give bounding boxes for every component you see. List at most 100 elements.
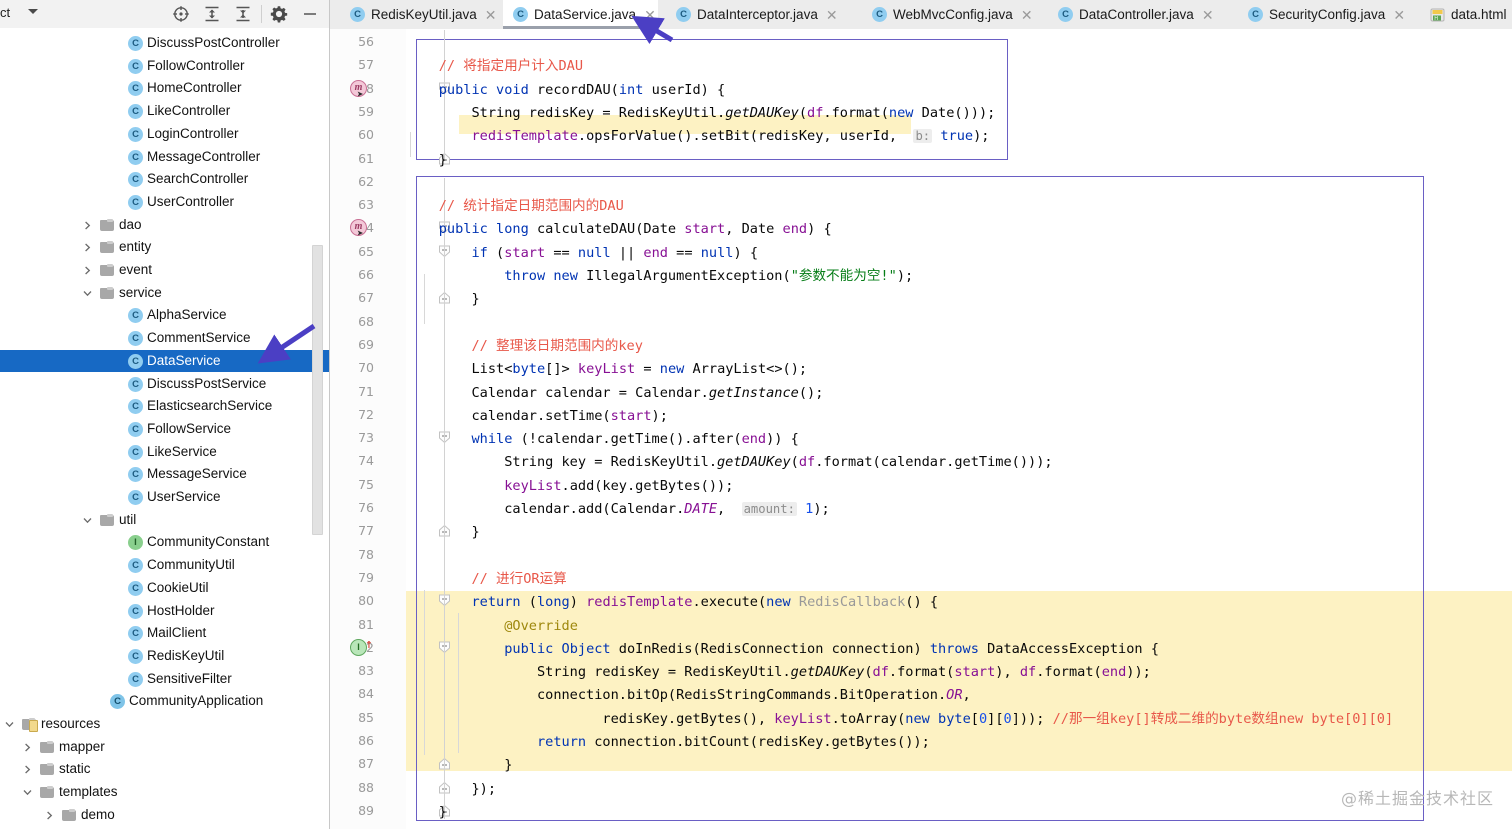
close-tab-icon[interactable]: ✕: [644, 8, 656, 22]
code-line-77[interactable]: }: [406, 521, 479, 544]
implements-marker[interactable]: I ↑: [350, 638, 373, 656]
code-line-84[interactable]: connection.bitOp(RedisStringCommands.Bit…: [406, 684, 971, 707]
tree-item-demo[interactable]: demo: [0, 804, 330, 827]
tree-item-cookieutil[interactable]: C CookieUtil: [0, 577, 330, 600]
tree-item-alphaservice[interactable]: C AlphaService: [0, 304, 330, 327]
tree-item-likeservice[interactable]: C LikeService: [0, 441, 330, 464]
tree-item-followcontroller[interactable]: C FollowController: [0, 55, 330, 78]
chevron-right-icon[interactable]: [44, 804, 55, 827]
code-line-79[interactable]: // 进行OR运算: [406, 568, 566, 591]
tree-item-entity[interactable]: entity: [0, 236, 330, 259]
code-line-69[interactable]: // 整理该日期范围内的key: [406, 335, 642, 358]
code-line-63[interactable]: // 统计指定日期范围内的DAU: [406, 195, 624, 218]
tree-item-mapper[interactable]: mapper: [0, 736, 330, 759]
chevron-right-icon[interactable]: [82, 259, 93, 282]
editor-tab-dataservice-java[interactable]: C DataService.java ✕: [503, 0, 658, 29]
chevron-right-icon[interactable]: [82, 236, 93, 259]
editor-fold-column[interactable]: [382, 29, 450, 829]
code-line-61[interactable]: }: [406, 149, 447, 172]
chevron-right-icon[interactable]: [82, 214, 93, 237]
close-tab-icon[interactable]: ✕: [1021, 8, 1033, 22]
close-tab-icon[interactable]: ✕: [826, 8, 838, 22]
code-line-66[interactable]: throw new IllegalArgumentException("参数不能…: [406, 265, 913, 288]
tree-item-communityutil[interactable]: C CommunityUtil: [0, 554, 330, 577]
close-tab-icon[interactable]: ✕: [1202, 8, 1214, 22]
tree-item-elasticsearchservice[interactable]: C ElasticsearchService: [0, 395, 330, 418]
editor-tab-datainterceptor-java[interactable]: C DataInterceptor.java ✕: [666, 0, 844, 29]
project-tree-scrollbar[interactable]: [312, 245, 323, 535]
code-line-76[interactable]: calendar.add(Calendar.DATE, amount: 1);: [406, 498, 830, 521]
tree-item-searchcontroller[interactable]: C SearchController: [0, 168, 330, 191]
code-line-75[interactable]: keyList.add(key.getBytes());: [406, 475, 733, 498]
code-line-80[interactable]: return (long) redisTemplate.execute(new …: [406, 591, 938, 614]
collapse-all-icon[interactable]: [234, 5, 252, 23]
settings-gear-icon[interactable]: [270, 5, 288, 23]
method-override-marker[interactable]: m ➤: [350, 79, 367, 100]
project-tree[interactable]: C DiscussPostController C FollowController C…: [0, 28, 330, 829]
close-tab-icon[interactable]: ✕: [485, 8, 497, 22]
tree-item-homecontroller[interactable]: C HomeController: [0, 77, 330, 100]
chevron-down-icon[interactable]: [82, 282, 93, 305]
tree-item-messagecontroller[interactable]: C MessageController: [0, 146, 330, 169]
code-line-58[interactable]: public void recordDAU(int userId) {: [406, 79, 725, 102]
tree-item-logincontroller[interactable]: C LoginController: [0, 123, 330, 146]
minimize-icon[interactable]: [301, 5, 319, 23]
expand-all-icon[interactable]: [203, 5, 221, 23]
code-line-67[interactable]: }: [406, 288, 479, 311]
editor-tab-bar[interactable]: C RedisKeyUtil.java ✕ C DataService.java ✕ C Da…: [330, 0, 1512, 30]
tree-item-dao[interactable]: dao: [0, 214, 330, 237]
editor-tab-data-html[interactable]: Hdata.html: [1420, 0, 1512, 29]
code-line-88[interactable]: });: [406, 778, 496, 801]
tree-item-messageservice[interactable]: C MessageService: [0, 463, 330, 486]
tree-item-discusspostcontroller[interactable]: C DiscussPostController: [0, 32, 330, 55]
tree-item-usercontroller[interactable]: C UserController: [0, 191, 330, 214]
locate-target-icon[interactable]: [172, 5, 190, 23]
tree-item-followservice[interactable]: C FollowService: [0, 418, 330, 441]
code-line-60[interactable]: redisTemplate.opsForValue().setBit(redis…: [406, 125, 989, 148]
tree-item-hostholder[interactable]: C HostHolder: [0, 600, 330, 623]
tree-item-mailclient[interactable]: C MailClient: [0, 622, 330, 645]
code-line-70[interactable]: List<byte[]> keyList = new ArrayList<>()…: [406, 358, 807, 381]
chevron-right-icon[interactable]: [22, 736, 33, 759]
code-line-71[interactable]: Calendar calendar = Calendar.getInstance…: [406, 382, 823, 405]
editor-gutter[interactable]: 5657585960616263646566676869707172737475…: [330, 29, 382, 829]
code-line-57[interactable]: // 将指定用户计入DAU: [406, 55, 583, 78]
code-line-85[interactable]: redisKey.getBytes(), keyList.toArray(new…: [406, 708, 1393, 731]
code-line-73[interactable]: while (!calendar.getTime().after(end)) {: [406, 428, 798, 451]
tree-item-communityconstant[interactable]: I CommunityConstant: [0, 531, 330, 554]
chevron-down-icon[interactable]: [4, 713, 15, 736]
editor-tab-datacontroller-java[interactable]: C DataController.java ✕: [1048, 0, 1220, 29]
tree-item-service[interactable]: service: [0, 282, 330, 305]
code-line-82[interactable]: public Object doInRedis(RedisConnection …: [406, 638, 1159, 661]
tree-item-dataservice[interactable]: C DataService: [0, 349, 330, 373]
code-line-59[interactable]: String redisKey = RedisKeyUtil.getDAUKey…: [406, 102, 995, 125]
code-line-81[interactable]: @Override: [406, 615, 578, 638]
editor-tab-webmvcconfig-java[interactable]: C WebMvcConfig.java ✕: [862, 0, 1033, 29]
code-line-87[interactable]: }: [406, 754, 512, 777]
tree-item-util[interactable]: util: [0, 509, 330, 532]
tree-item-sensitivefilter[interactable]: C SensitiveFilter: [0, 668, 330, 691]
code-line-83[interactable]: String redisKey = RedisKeyUtil.getDAUKey…: [406, 661, 1151, 684]
code-line-86[interactable]: return connection.bitCount(redisKey.getB…: [406, 731, 930, 754]
tree-item-static[interactable]: static: [0, 758, 330, 781]
code-line-65[interactable]: if (start == null || end == null) {: [406, 242, 758, 265]
tree-item-communityapplication[interactable]: C CommunityApplication: [0, 690, 330, 713]
chevron-down-icon[interactable]: [22, 781, 33, 804]
code-line-64[interactable]: public long calculateDAU(Date start, Dat…: [406, 218, 832, 241]
code-line-89[interactable]: }: [406, 801, 447, 824]
tree-item-likecontroller[interactable]: C LikeController: [0, 100, 330, 123]
tree-item-commentservice[interactable]: C CommentService: [0, 327, 330, 350]
editor-tab-securityconfig-java[interactable]: C SecurityConfig.java ✕: [1238, 0, 1408, 29]
editor-code-area[interactable]: // 将指定用户计入DAU public void recordDAU(int …: [406, 29, 1512, 829]
tree-item-event[interactable]: event: [0, 259, 330, 282]
tree-item-discusspostservice[interactable]: C DiscussPostService: [0, 373, 330, 396]
editor-tab-rediskeyutil-java[interactable]: C RedisKeyUtil.java ✕: [340, 0, 503, 29]
code-line-72[interactable]: calendar.setTime(start);: [406, 405, 667, 428]
chevron-right-icon[interactable]: [22, 758, 33, 781]
tree-item-rediskeyutil[interactable]: C RedisKeyUtil: [0, 645, 330, 668]
close-tab-icon[interactable]: ✕: [1393, 8, 1405, 22]
method-override-marker[interactable]: m ➤: [350, 219, 367, 239]
chevron-down-icon[interactable]: [82, 509, 93, 532]
chevron-down-icon[interactable]: [28, 9, 38, 14]
tree-item-templates[interactable]: templates: [0, 781, 330, 804]
